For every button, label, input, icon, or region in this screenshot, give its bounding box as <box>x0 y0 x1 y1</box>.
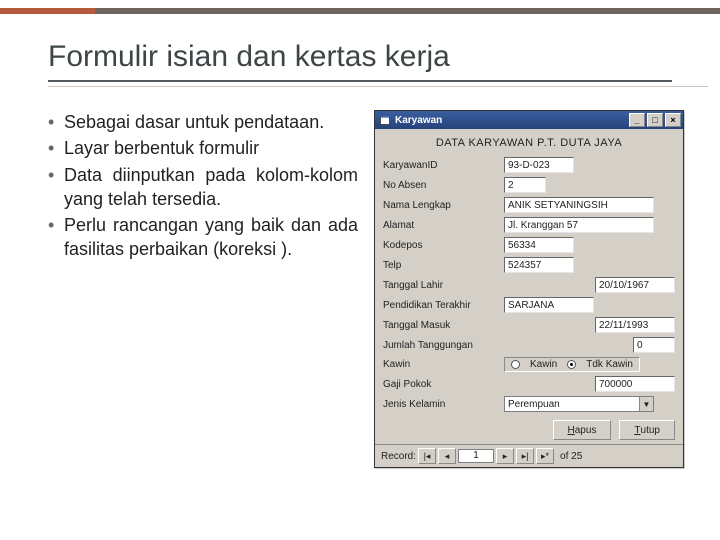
window-title: Karyawan <box>395 115 442 126</box>
label-alamat: Alamat <box>383 220 498 231</box>
select-value: Perempuan <box>505 399 639 410</box>
label-kelamin: Jenis Kelamin <box>383 399 498 410</box>
radio-kawin[interactable] <box>511 360 520 369</box>
list-item: Data diinputkan pada kolom-kolom yang te… <box>48 163 358 212</box>
form-heading: DATA KARYAWAN P.T. DUTA JAYA <box>375 129 683 155</box>
nav-first-button[interactable]: |◂ <box>418 448 436 464</box>
label-noabsen: No Absen <box>383 180 498 191</box>
field-tanggungan[interactable]: 0 <box>633 337 675 353</box>
field-nama[interactable]: ANIK SETYANINGSIH <box>504 197 654 213</box>
field-kodepos[interactable]: 56334 <box>504 237 574 253</box>
field-noabsen[interactable]: 2 <box>504 177 546 193</box>
label-telp: Telp <box>383 260 498 271</box>
field-masuk[interactable]: 22/11/1993 <box>595 317 675 333</box>
label-lahir: Tanggal Lahir <box>383 280 498 291</box>
label-pendidikan: Pendidikan Terakhir <box>383 300 498 311</box>
list-item: Sebagai dasar untuk pendataan. <box>48 110 358 134</box>
list-item: Perlu rancangan yang baik dan ada fasili… <box>48 213 358 262</box>
record-navigator: Record: |◂ ◂ 1 ▸ ▸| ▸* of 25 <box>375 444 683 467</box>
radio-tdk-kawin[interactable] <box>567 360 576 369</box>
field-alamat[interactable]: Jl. Kranggan 57 <box>504 217 654 233</box>
slide-top-stripe <box>0 8 720 14</box>
radio-kawin-group: Kawin Tdk Kawin <box>504 357 640 372</box>
nav-label: Record: <box>381 451 416 462</box>
field-kelamin[interactable]: Perempuan ▼ <box>504 396 654 412</box>
content-area: Sebagai dasar untuk pendataan. Layar ber… <box>48 110 708 468</box>
field-lahir[interactable]: 20/10/1967 <box>595 277 675 293</box>
title-rule-light <box>48 86 708 87</box>
bullet-list: Sebagai dasar untuk pendataan. Layar ber… <box>48 110 358 468</box>
title-rule <box>48 80 672 82</box>
label-masuk: Tanggal Masuk <box>383 320 498 331</box>
label-kawin: Kawin <box>383 359 498 370</box>
field-pendidikan[interactable]: SARJANA <box>504 297 594 313</box>
radio-tdk-label: Tdk Kawin <box>586 359 633 370</box>
label-tanggungan: Jumlah Tanggungan <box>383 340 498 351</box>
field-telp[interactable]: 524357 <box>504 257 574 273</box>
nav-last-button[interactable]: ▸| <box>516 448 534 464</box>
label-id: KaryawanID <box>383 160 498 171</box>
label-nama: Nama Lengkap <box>383 200 498 211</box>
label-gaji: Gaji Pokok <box>383 379 498 390</box>
hapus-button[interactable]: HHapusapus <box>553 420 612 440</box>
list-item: Layar berbentuk formulir <box>48 136 358 160</box>
close-button[interactable]: × <box>665 113 681 127</box>
form-window: Karyawan _ □ × DATA KARYAWAN P.T. DUTA J… <box>374 110 684 468</box>
nav-prev-button[interactable]: ◂ <box>438 448 456 464</box>
nav-position[interactable]: 1 <box>458 449 494 463</box>
window-titlebar[interactable]: Karyawan _ □ × <box>375 111 683 129</box>
tutup-button[interactable]: TutupTutup <box>619 420 675 440</box>
field-gaji[interactable]: 700000 <box>595 376 675 392</box>
maximize-button[interactable]: □ <box>647 113 663 127</box>
radio-kawin-label: Kawin <box>530 359 557 370</box>
nav-new-button[interactable]: ▸* <box>536 448 554 464</box>
label-kodepos: Kodepos <box>383 240 498 251</box>
slide-title: Formulir isian dan kertas kerja <box>48 40 450 74</box>
form-icon <box>379 114 391 126</box>
nav-count: of 25 <box>560 451 582 462</box>
field-id[interactable]: 93-D-023 <box>504 157 574 173</box>
chevron-down-icon: ▼ <box>639 397 653 411</box>
minimize-button[interactable]: _ <box>629 113 645 127</box>
nav-next-button[interactable]: ▸ <box>496 448 514 464</box>
